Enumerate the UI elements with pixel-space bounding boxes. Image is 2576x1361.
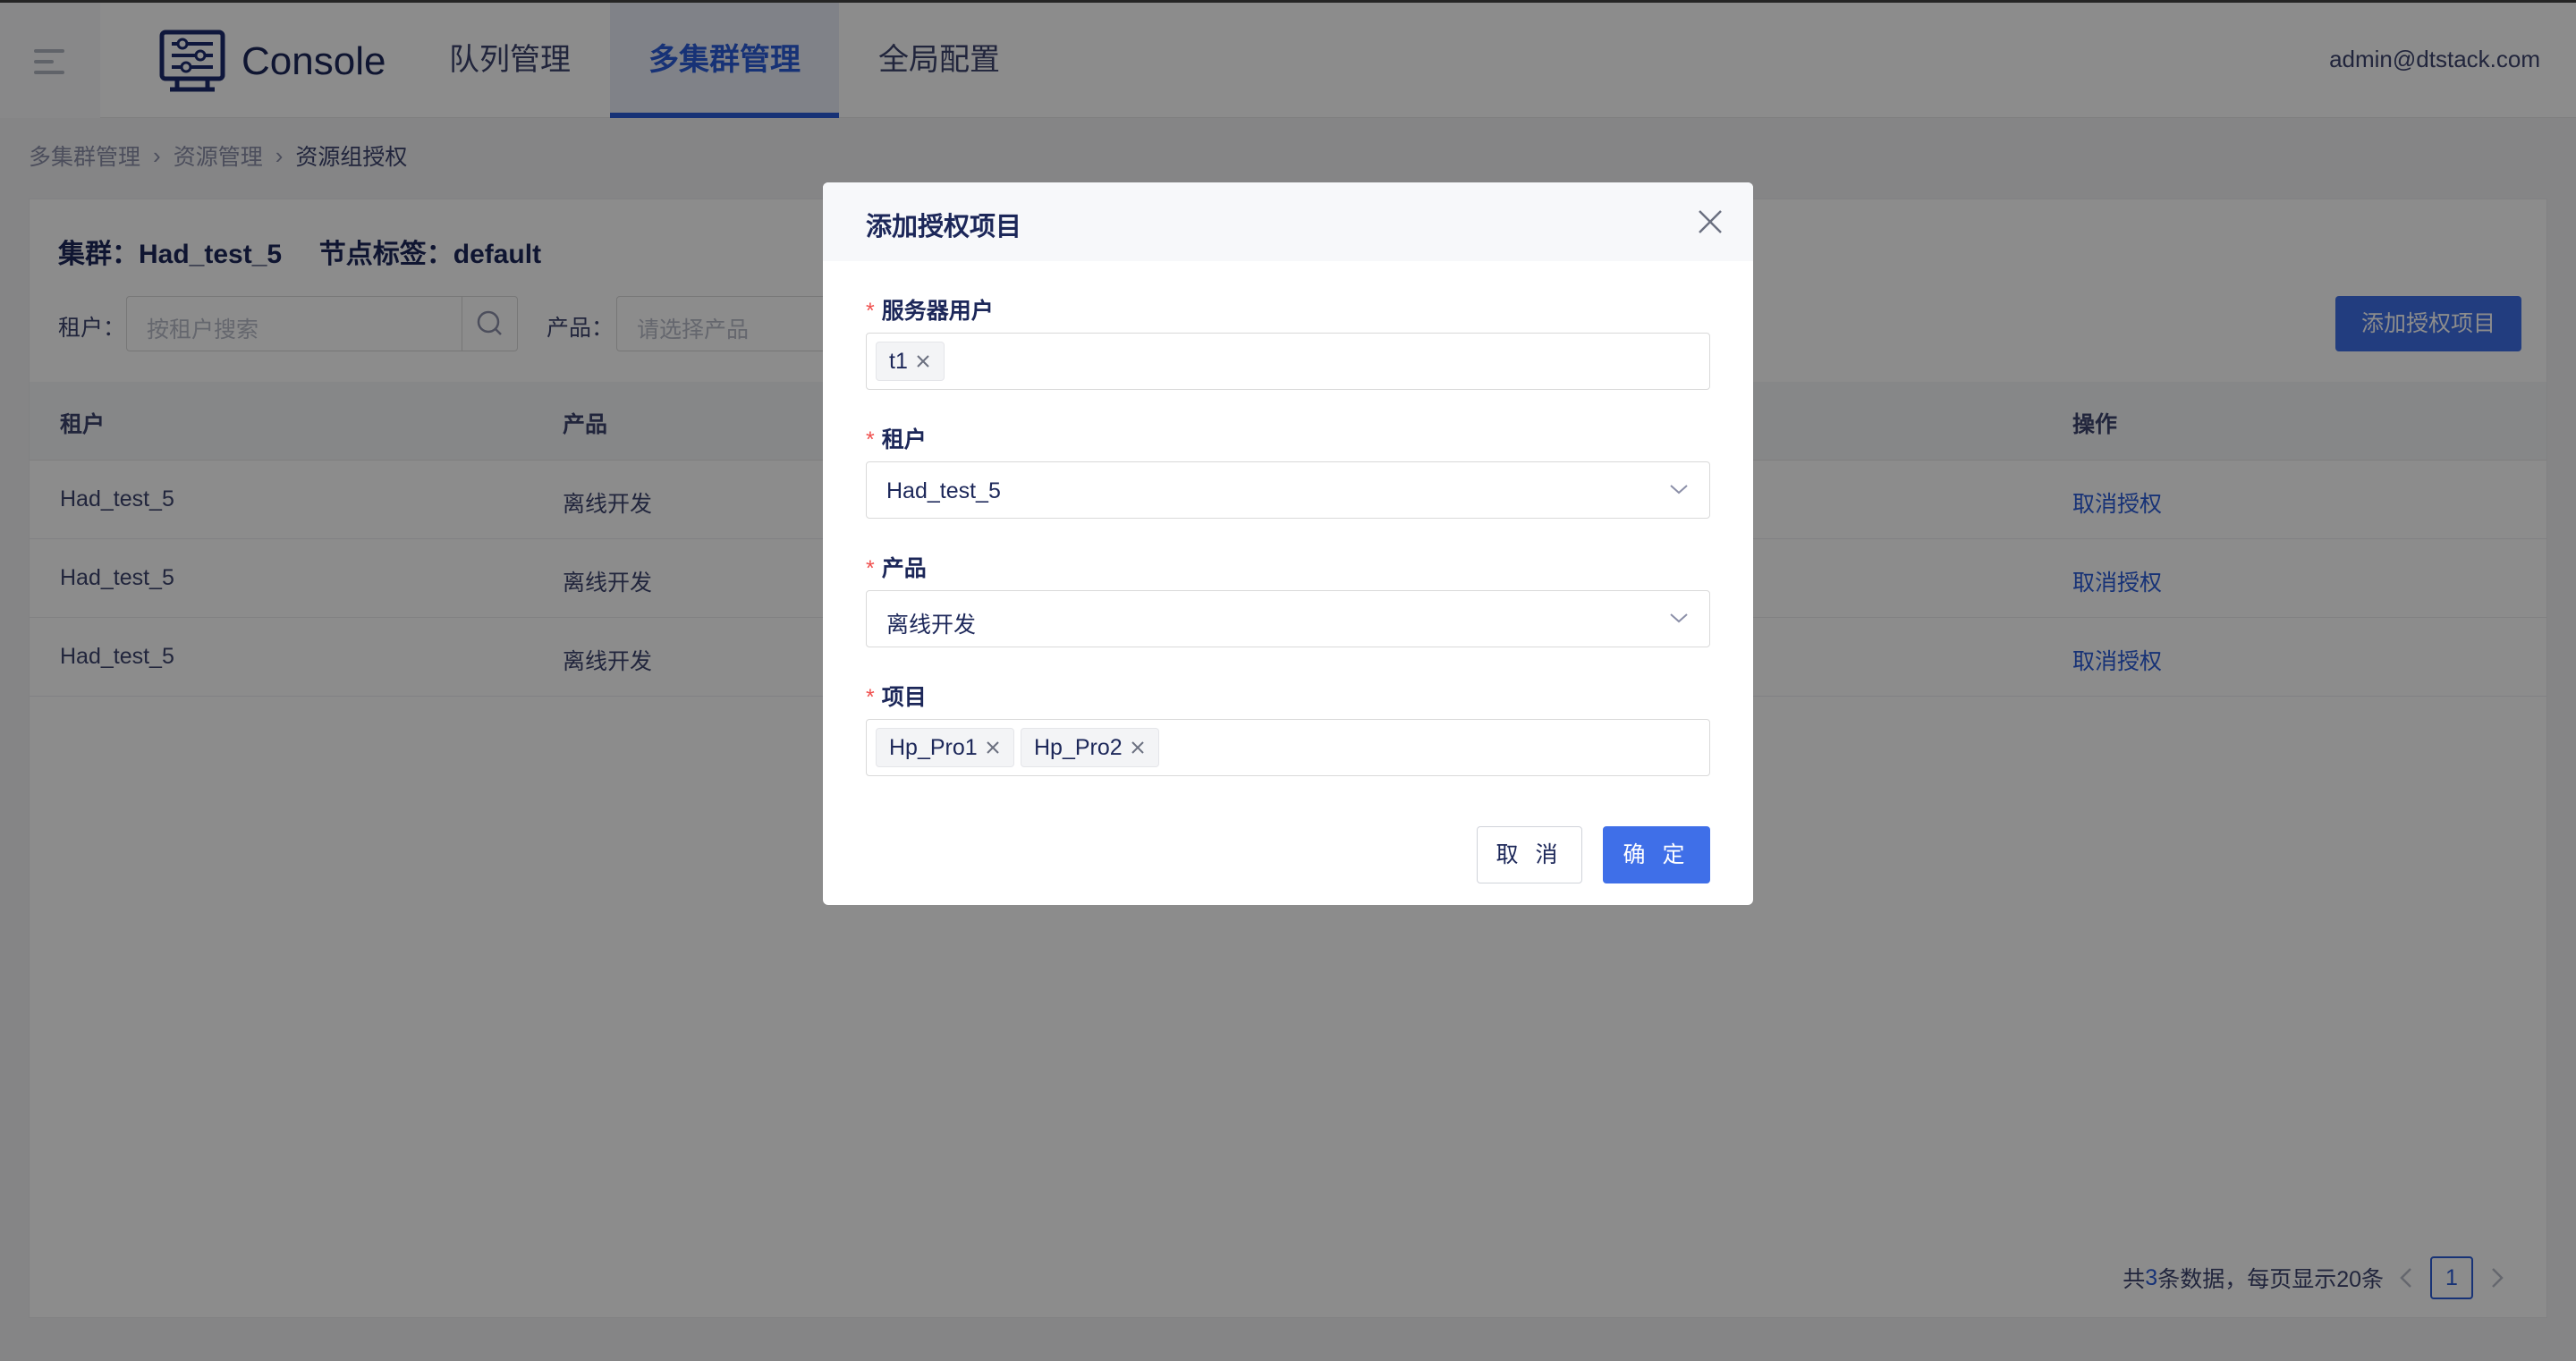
server-user-tag: t1 [876, 342, 945, 381]
product-select-modal[interactable]: 离线开发 [866, 590, 1710, 647]
close-icon[interactable] [985, 740, 1001, 756]
project-tag-label: Hp_Pro2 [1034, 735, 1123, 760]
close-icon[interactable] [1694, 206, 1726, 238]
tenant-label-text: 租户 [881, 427, 927, 452]
modal-title: 添加授权项目 [866, 213, 1022, 241]
project-tag: Hp_Pro1 [876, 728, 1014, 767]
tenant-label: * 租户 [866, 422, 927, 454]
tenant-select-value: Had_test_5 [886, 478, 1001, 503]
add-auth-modal: 添加授权项目 * 服务器用户 t1 * 租户 Had_test_5 * 产品 离线开发 [823, 182, 1753, 905]
chevron-down-icon [1670, 485, 1688, 495]
tenant-select[interactable]: Had_test_5 [866, 461, 1710, 519]
project-label-text: 项目 [881, 685, 927, 710]
product-label: * 产品 [866, 551, 927, 583]
confirm-button[interactable]: 确 定 [1603, 826, 1710, 883]
server-user-tag-label: t1 [889, 349, 908, 374]
server-user-select[interactable]: t1 [866, 333, 1710, 390]
project-label: * 项目 [866, 680, 927, 712]
required-mark: * [866, 299, 875, 324]
server-user-label: * 服务器用户 [866, 293, 994, 325]
chevron-down-icon [1670, 613, 1688, 623]
required-mark: * [866, 427, 875, 452]
required-mark: * [866, 685, 875, 710]
close-icon[interactable] [915, 353, 931, 369]
cancel-button[interactable]: 取 消 [1477, 826, 1582, 883]
server-user-label-text: 服务器用户 [881, 299, 994, 324]
product-label-text: 产品 [881, 556, 927, 581]
required-mark: * [866, 556, 875, 581]
project-tag-label: Hp_Pro1 [889, 735, 978, 760]
product-select-value: 离线开发 [886, 613, 977, 638]
project-tag: Hp_Pro2 [1021, 728, 1159, 767]
project-select[interactable]: Hp_Pro1 Hp_Pro2 [866, 719, 1710, 776]
modal-header: 添加授权项目 [823, 182, 1753, 261]
close-icon[interactable] [1130, 740, 1146, 756]
